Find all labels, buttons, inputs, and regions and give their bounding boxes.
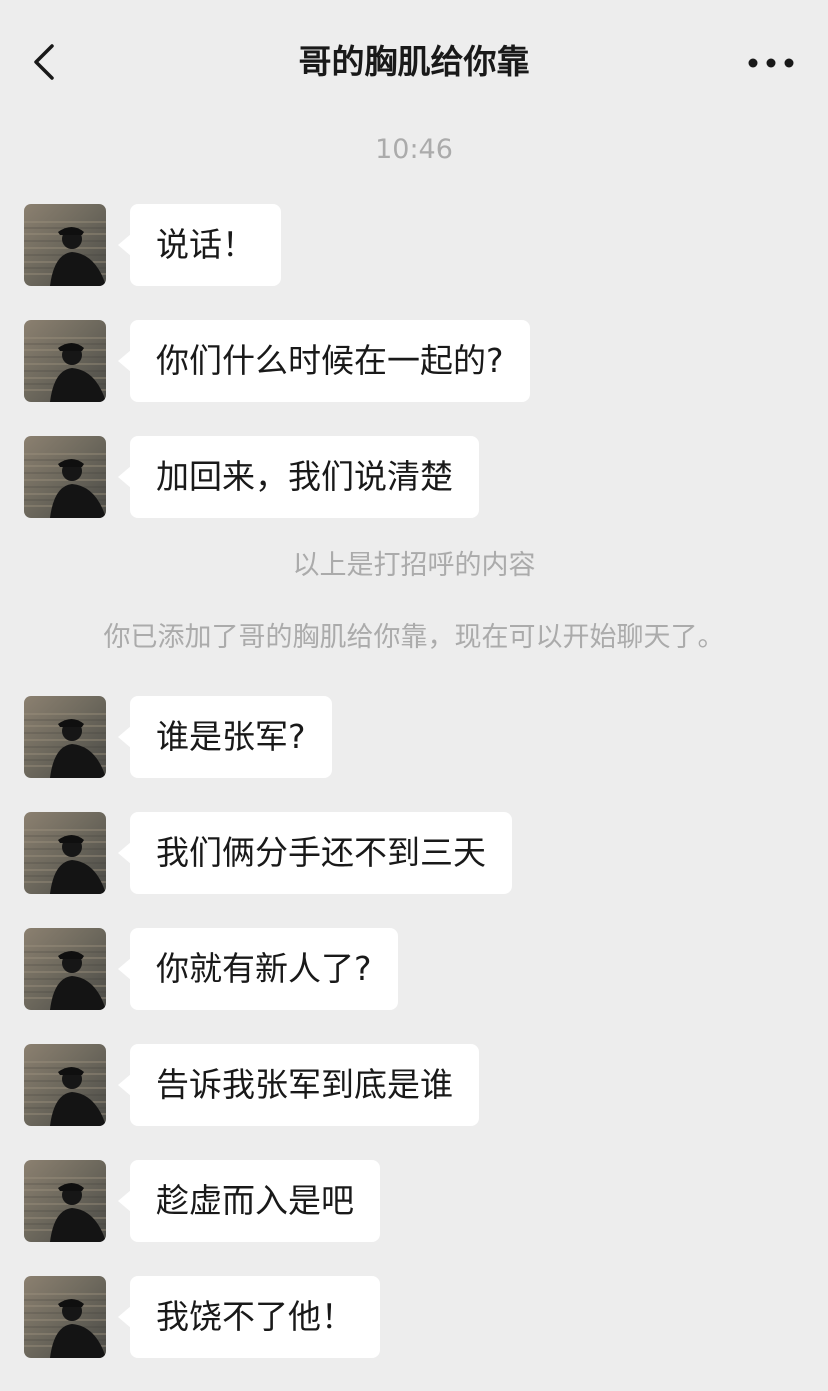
- top-bar: 哥的胸肌给你靠: [0, 0, 828, 124]
- avatar[interactable]: [24, 204, 106, 286]
- avatar[interactable]: [24, 812, 106, 894]
- greeting-note: 以上是打招呼的内容: [292, 550, 536, 581]
- message-bubble[interactable]: 告诉我张军到底是谁: [118, 1044, 479, 1126]
- message-bubble[interactable]: 谁是张军?: [118, 696, 332, 778]
- message-bubble[interactable]: 加回来，我们说清楚: [118, 436, 479, 518]
- avatar[interactable]: [24, 436, 106, 518]
- message-bubble[interactable]: 我们俩分手还不到三天: [118, 812, 512, 894]
- avatar[interactable]: [24, 696, 106, 778]
- avatar[interactable]: [24, 1276, 106, 1358]
- timestamp: 10:46: [375, 134, 453, 165]
- avatar[interactable]: [24, 1160, 106, 1242]
- message-bubble[interactable]: 说话！: [118, 204, 281, 286]
- added-friend-note: 你已添加了哥的胸肌给你靠，现在可以开始聊天了。: [103, 622, 725, 653]
- avatar[interactable]: [24, 320, 106, 402]
- avatar[interactable]: [24, 928, 106, 1010]
- chat-title: 哥的胸肌给你靠: [298, 42, 530, 81]
- message-bubble[interactable]: 我饶不了他！: [118, 1276, 380, 1358]
- more-dots-icon: [748, 58, 794, 68]
- avatar[interactable]: [24, 1044, 106, 1126]
- message-bubble[interactable]: 你就有新人了?: [118, 928, 398, 1010]
- message-bubble[interactable]: 趁虚而入是吧: [118, 1160, 380, 1242]
- message-bubble[interactable]: 你们什么时候在一起的?: [118, 320, 530, 402]
- more-button[interactable]: [744, 46, 798, 80]
